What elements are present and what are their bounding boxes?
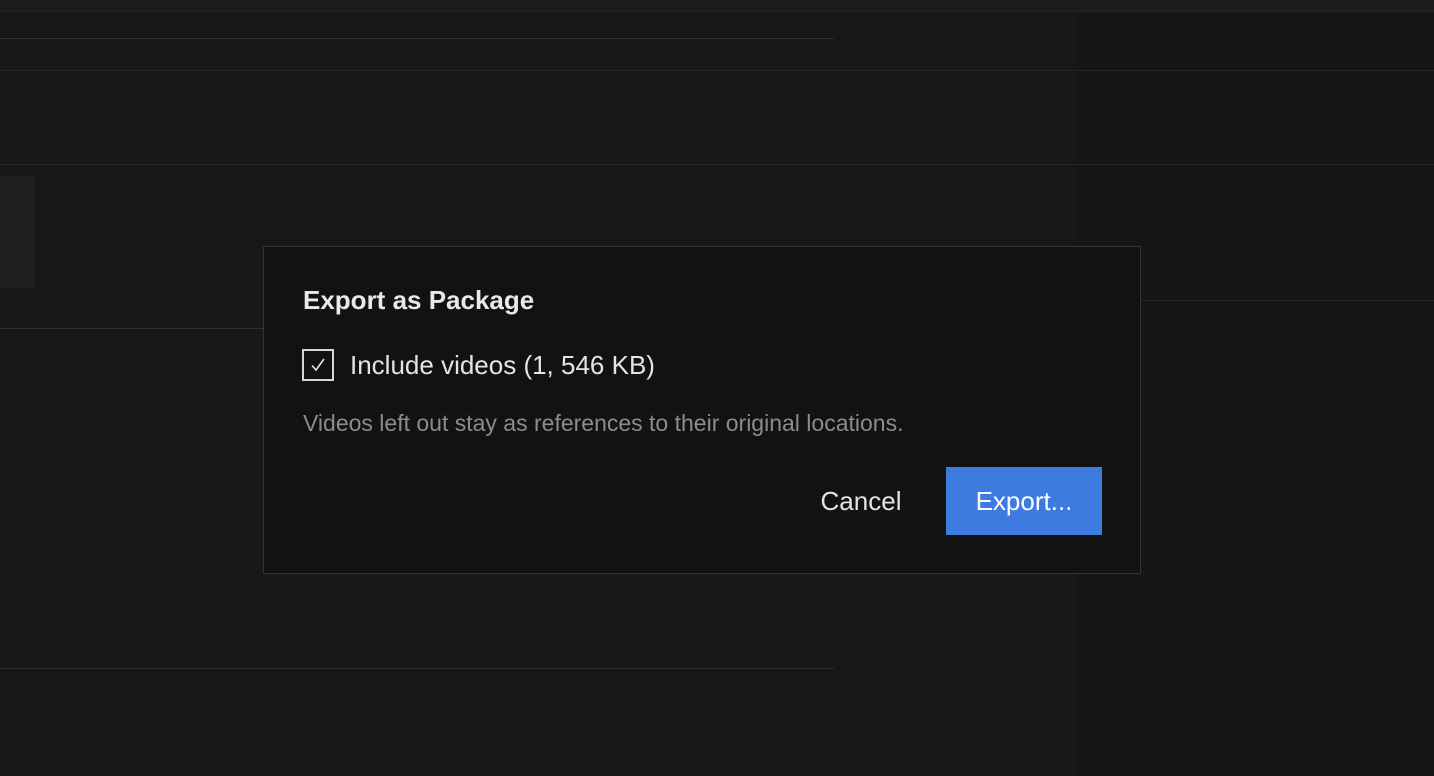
divider xyxy=(0,70,1434,71)
check-icon xyxy=(311,358,325,372)
dialog-title: Export as Package xyxy=(303,285,535,315)
background-panel xyxy=(0,176,34,288)
include-videos-option[interactable]: Include videos (1, 546 KB) xyxy=(302,349,655,381)
divider xyxy=(0,668,834,669)
app-window: Export as Package Include videos (1, 546… xyxy=(0,0,1434,776)
include-videos-checkbox[interactable] xyxy=(302,349,334,381)
divider xyxy=(0,328,270,329)
top-bar xyxy=(0,0,1434,12)
export-button[interactable]: Export... xyxy=(946,467,1102,535)
include-videos-label: Include videos (1, 546 KB) xyxy=(350,349,655,380)
cancel-button[interactable]: Cancel xyxy=(797,467,925,535)
divider xyxy=(0,38,834,39)
divider xyxy=(0,164,1434,165)
export-package-dialog: Export as Package Include videos (1, 546… xyxy=(263,246,1141,574)
hint-text: Videos left out stay as references to th… xyxy=(303,410,904,436)
